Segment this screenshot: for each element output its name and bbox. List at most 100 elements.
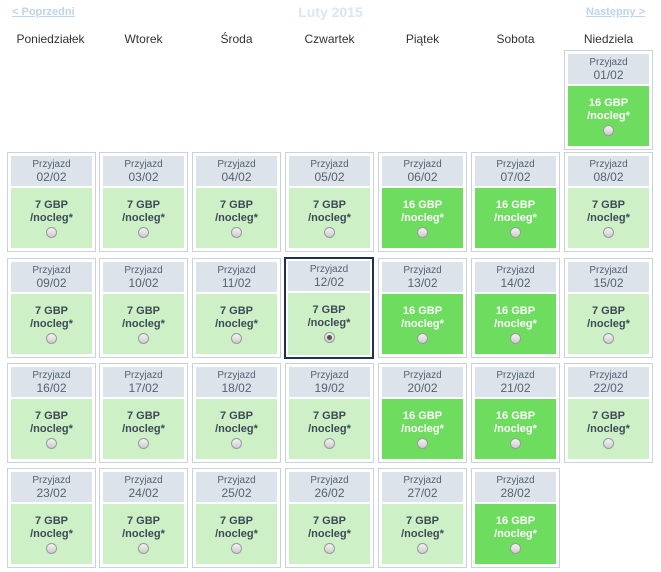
day-cell-header: Przyjazd 19/02 (289, 367, 370, 397)
select-day-radio[interactable] (603, 438, 614, 449)
arrival-label: Przyjazd (589, 159, 628, 170)
select-day-radio[interactable] (46, 543, 57, 554)
day-cell[interactable]: Przyjazd 17/02 7 GBP/nocleg* (99, 363, 188, 463)
per-night-label: /nocleg* (30, 318, 73, 330)
day-date: 26/02 (314, 486, 345, 500)
day-cell[interactable]: Przyjazd 07/02 16 GBP/nocleg* (471, 152, 560, 252)
day-cell[interactable]: Przyjazd 18/02 7 GBP/nocleg* (192, 363, 281, 463)
select-day-radio[interactable] (603, 333, 614, 344)
select-day-radio[interactable] (510, 438, 521, 449)
select-day-radio[interactable] (138, 543, 149, 554)
day-cell[interactable]: Przyjazd 02/02 7 GBP/nocleg* (7, 152, 96, 252)
day-date: 21/02 (500, 381, 531, 395)
day-cell-header: Przyjazd 09/02 (11, 262, 92, 292)
price-value: 7 GBP (219, 199, 253, 211)
day-cell-header: Przyjazd 02/02 (11, 156, 92, 186)
select-day-radio[interactable] (138, 333, 149, 344)
day-date: 03/02 (128, 170, 159, 184)
day-cell[interactable]: Przyjazd 26/02 7 GBP/nocleg* (285, 468, 374, 568)
price-value: 16 GBP (495, 515, 536, 527)
select-day-radio[interactable] (510, 333, 521, 344)
day-cell[interactable]: Przyjazd 22/02 7 GBP/nocleg* (564, 363, 653, 463)
day-cell[interactable]: Przyjazd 13/02 16 GBP/nocleg* (378, 258, 467, 358)
day-cell[interactable]: Przyjazd 04/02 7 GBP/nocleg* (192, 152, 281, 252)
select-day-radio[interactable] (231, 333, 242, 344)
price-value: 7 GBP (126, 515, 160, 527)
day-cell-price: 16 GBP/nocleg* (382, 399, 463, 459)
select-day-radio[interactable] (46, 438, 57, 449)
select-day-radio[interactable] (417, 227, 428, 238)
day-cell[interactable]: Przyjazd 23/02 7 GBP/nocleg* (7, 468, 96, 568)
day-date: 18/02 (221, 381, 252, 395)
select-day-radio[interactable] (138, 227, 149, 238)
select-day-radio[interactable] (231, 227, 242, 238)
select-day-radio[interactable] (46, 333, 57, 344)
select-day-radio[interactable] (603, 227, 614, 238)
day-cell-price: 16 GBP/nocleg* (475, 294, 556, 354)
day-cell-price: 7 GBP/nocleg* (289, 188, 370, 248)
arrival-label: Przyjazd (310, 370, 349, 381)
select-day-radio[interactable] (324, 438, 335, 449)
weekday-wed: Środa (220, 32, 253, 46)
day-cell[interactable]: Przyjazd 03/02 7 GBP/nocleg* (99, 152, 188, 252)
select-day-radio[interactable] (231, 543, 242, 554)
day-cell[interactable]: Przyjazd 15/02 7 GBP/nocleg* (564, 258, 653, 358)
select-day-radio[interactable] (417, 438, 428, 449)
day-cell[interactable]: Przyjazd 11/02 7 GBP/nocleg* (192, 258, 281, 358)
select-day-radio[interactable] (603, 125, 614, 136)
day-date: 23/02 (36, 486, 67, 500)
price-value: 7 GBP (219, 515, 253, 527)
day-cell[interactable]: Przyjazd 20/02 16 GBP/nocleg* (378, 363, 467, 463)
day-cell[interactable]: Przyjazd 14/02 16 GBP/nocleg* (471, 258, 560, 358)
day-date: 17/02 (128, 381, 159, 395)
select-day-radio[interactable] (46, 227, 57, 238)
day-cell[interactable]: Przyjazd 01/02 16 GBP/nocleg* (564, 50, 653, 150)
per-night-label: /nocleg* (401, 212, 444, 224)
day-cell-price: 7 GBP/nocleg* (568, 188, 649, 248)
day-cell-header: Przyjazd 20/02 (382, 367, 463, 397)
day-cell[interactable]: Przyjazd 09/02 7 GBP/nocleg* (7, 258, 96, 358)
day-cell[interactable]: Przyjazd 05/02 7 GBP/nocleg* (285, 152, 374, 252)
select-day-radio[interactable] (510, 227, 521, 238)
price-value: 7 GBP (126, 410, 160, 422)
day-cell[interactable]: Przyjazd 28/02 16 GBP/nocleg* (471, 468, 560, 568)
day-cell[interactable]: Przyjazd 08/02 7 GBP/nocleg* (564, 152, 653, 252)
select-day-radio[interactable] (510, 543, 521, 554)
weekday-sun: Niedziela (583, 32, 634, 46)
price-value: 7 GBP (34, 515, 68, 527)
per-night-label: /nocleg* (587, 423, 630, 435)
select-day-radio[interactable] (138, 438, 149, 449)
select-day-radio[interactable] (417, 543, 428, 554)
select-day-radio[interactable] (324, 543, 335, 554)
select-day-radio[interactable] (324, 227, 335, 238)
per-night-label: /nocleg* (30, 212, 73, 224)
day-cell[interactable]: Przyjazd 25/02 7 GBP/nocleg* (192, 468, 281, 568)
arrival-label: Przyjazd (217, 265, 256, 276)
day-date: 16/02 (36, 381, 67, 395)
select-day-radio[interactable] (323, 332, 335, 343)
day-date: 05/02 (314, 170, 345, 184)
arrival-label: Przyjazd (403, 370, 442, 381)
day-cell[interactable]: Przyjazd 21/02 16 GBP/nocleg* (471, 363, 560, 463)
day-date: 15/02 (593, 276, 624, 290)
day-cell-header: Przyjazd 24/02 (103, 472, 184, 502)
day-cell[interactable]: Przyjazd 10/02 7 GBP/nocleg* (99, 258, 188, 358)
day-cell-price: 7 GBP/nocleg* (289, 399, 370, 459)
per-night-label: /nocleg* (308, 212, 351, 224)
day-cell[interactable]: Przyjazd 12/02 7 GBP/nocleg* (284, 257, 374, 359)
select-day-radio[interactable] (417, 333, 428, 344)
day-cell[interactable]: Przyjazd 06/02 16 GBP/nocleg* (378, 152, 467, 252)
select-day-radio[interactable] (231, 438, 242, 449)
day-cell-price: 16 GBP/nocleg* (382, 188, 463, 248)
calendar-header: < Poprzedni Luty 2015 Następny > (0, 0, 661, 28)
arrival-label: Przyjazd (589, 370, 628, 381)
price-value: 16 GBP (402, 410, 443, 422)
day-cell[interactable]: Przyjazd 24/02 7 GBP/nocleg* (99, 468, 188, 568)
day-cell[interactable]: Przyjazd 19/02 7 GBP/nocleg* (285, 363, 374, 463)
per-night-label: /nocleg* (215, 528, 258, 540)
day-cell[interactable]: Przyjazd 16/02 7 GBP/nocleg* (7, 363, 96, 463)
next-month-link[interactable]: Następny > (586, 6, 645, 18)
day-cell[interactable]: Przyjazd 27/02 7 GBP/nocleg* (378, 468, 467, 568)
day-date: 24/02 (128, 486, 159, 500)
price-value: 7 GBP (34, 305, 68, 317)
